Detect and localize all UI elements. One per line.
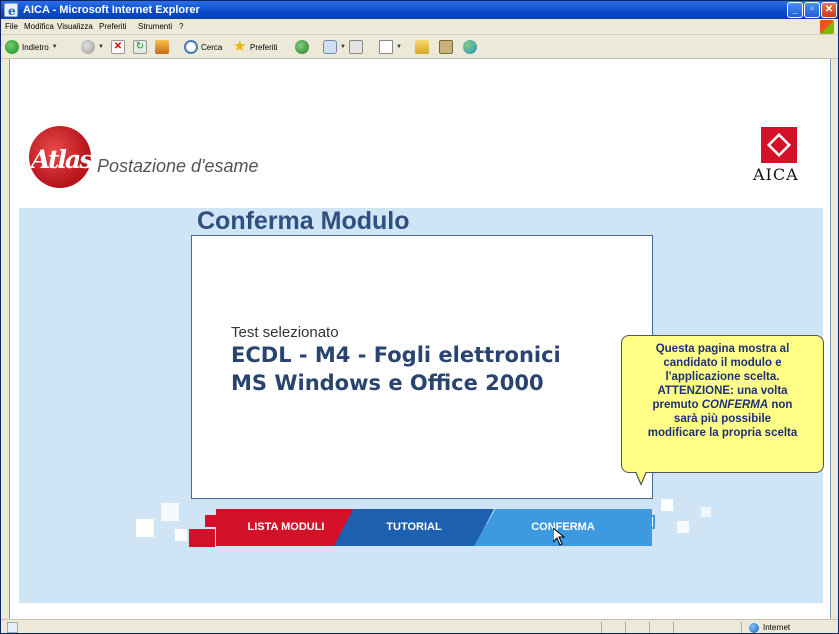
module-name: ECDL - M4 - Fogli elettronici xyxy=(231,343,561,367)
decor-square xyxy=(161,503,179,521)
menu-strumenti[interactable]: Strumenti xyxy=(138,22,172,31)
print-icon xyxy=(349,40,363,54)
history-icon xyxy=(295,40,309,54)
menu-modifica[interactable]: Modifica xyxy=(24,22,54,31)
history-button[interactable] xyxy=(295,39,309,55)
content-panel xyxy=(191,235,653,499)
search-label: Cerca xyxy=(201,42,223,52)
mail-icon xyxy=(323,40,337,54)
lista-moduli-button[interactable]: LISTA MODULI xyxy=(216,509,356,546)
decor-square xyxy=(661,499,673,511)
menu-visualizza[interactable]: Visualizza xyxy=(57,22,93,31)
refresh-button[interactable]: ↻ xyxy=(133,39,147,55)
refresh-icon: ↻ xyxy=(133,40,147,54)
folder-icon xyxy=(415,40,429,54)
tooltip-line: sarà più possibile xyxy=(673,413,772,425)
home-icon xyxy=(155,40,169,54)
forward-button[interactable]: ▼ xyxy=(81,39,104,55)
chevron-down-icon: ▼ xyxy=(98,44,104,50)
application-name: MS Windows e Office 2000 xyxy=(231,371,544,395)
tooltip-text: non xyxy=(768,399,793,411)
decor-square xyxy=(175,529,187,541)
mouse-cursor-icon xyxy=(553,528,565,546)
tooltip-text: premuto xyxy=(652,399,702,411)
back-button[interactable]: Indietro ▼ xyxy=(5,39,58,55)
atlas-logo-text: Atlas xyxy=(31,145,93,174)
status-divider xyxy=(625,622,626,633)
maximize-icon[interactable]: ▫ xyxy=(804,2,820,18)
print-button[interactable] xyxy=(349,39,363,55)
search-button[interactable]: Cerca xyxy=(184,39,222,55)
tooltip-pointer xyxy=(635,471,647,486)
folder-button[interactable] xyxy=(415,39,429,55)
status-divider xyxy=(741,622,742,633)
chevron-down-icon: ▼ xyxy=(396,44,402,50)
chevron-down-icon: ▼ xyxy=(340,44,346,50)
home-button[interactable] xyxy=(155,39,169,55)
title-bar: AICA - Microsoft Internet Explorer _ ▫ ✕ xyxy=(1,1,838,20)
favorites-button[interactable]: ★ Preferiti xyxy=(233,39,278,55)
back-arrow-icon xyxy=(5,40,19,54)
security-zone-label: Internet xyxy=(763,623,791,632)
close-icon[interactable]: ✕ xyxy=(821,2,837,18)
star-icon: ★ xyxy=(233,38,247,55)
tooltip-line: premuto CONFERMA non xyxy=(628,398,817,412)
menu-bar: File Modifica Visualizza Preferiti Strum… xyxy=(1,19,838,35)
decor-square xyxy=(677,521,689,533)
status-divider xyxy=(673,622,674,633)
help-tooltip: Questa pagina mostra al candidato il mod… xyxy=(621,335,824,473)
messenger-button[interactable] xyxy=(463,39,477,55)
stop-button[interactable]: ✕ xyxy=(111,39,125,55)
menu-file[interactable]: File xyxy=(5,22,18,31)
tooltip-emphasis: CONFERMA xyxy=(701,399,769,411)
forward-arrow-icon xyxy=(81,40,95,54)
aica-logo-text: AICA xyxy=(753,165,799,184)
stop-icon: ✕ xyxy=(111,40,125,54)
status-divider xyxy=(649,622,650,633)
decor-square xyxy=(701,507,711,517)
status-bar: Internet xyxy=(1,619,838,633)
back-label: Indietro xyxy=(22,42,49,52)
tutorial-button[interactable]: TUTORIAL xyxy=(334,509,494,546)
test-label: Test selezionato xyxy=(231,324,339,341)
ie-icon xyxy=(4,2,18,20)
tooltip-line: ATTENZIONE: una volta xyxy=(657,385,788,397)
menu-help[interactable]: ? xyxy=(179,22,183,31)
browser-window: AICA - Microsoft Internet Explorer _ ▫ ✕… xyxy=(0,0,839,634)
globe-icon xyxy=(749,623,759,633)
tooltip-line: modificare la propria scelta xyxy=(647,427,798,439)
menu-preferiti[interactable]: Preferiti xyxy=(99,22,127,31)
messenger-icon xyxy=(463,40,477,54)
windows-logo-icon xyxy=(820,20,834,34)
mail-button[interactable]: ▼ xyxy=(323,39,346,55)
edit-button[interactable]: ▼ xyxy=(379,39,402,55)
research-icon xyxy=(439,40,453,54)
page-title: Conferma Modulo xyxy=(197,207,410,235)
decor-square xyxy=(189,529,215,547)
nav-bar: LISTA MODULI TUTORIAL CONFERMA xyxy=(216,509,652,546)
search-icon xyxy=(184,40,198,54)
tooltip-line: l'applicazione scelta. xyxy=(665,371,780,383)
page-icon xyxy=(7,622,18,633)
page-subtitle: Postazione d'esame xyxy=(97,156,259,176)
edit-icon xyxy=(379,40,393,54)
window-title: AICA - Microsoft Internet Explorer xyxy=(23,4,200,16)
favorites-label: Preferiti xyxy=(250,42,278,52)
minimize-icon[interactable]: _ xyxy=(787,2,803,18)
tooltip-line: candidato il modulo e xyxy=(663,357,782,369)
status-divider xyxy=(601,622,602,633)
aica-logo-icon xyxy=(761,127,797,163)
toolbar: Indietro ▼ ▼ ✕ ↻ Cerca ★ Preferiti ▼ ▼ xyxy=(1,35,838,59)
research-button[interactable] xyxy=(439,39,453,55)
chevron-down-icon: ▼ xyxy=(51,44,58,50)
tooltip-line: Questa pagina mostra al xyxy=(655,343,790,355)
decor-square xyxy=(136,519,154,537)
